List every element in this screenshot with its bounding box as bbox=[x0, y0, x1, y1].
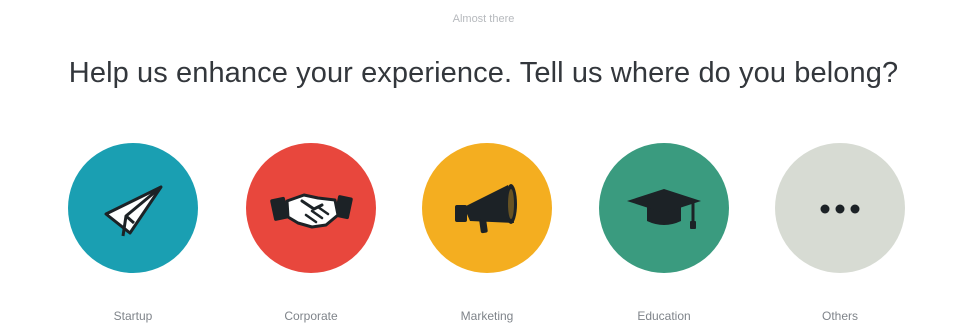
handshake-icon bbox=[270, 193, 353, 229]
option-label-startup: Startup bbox=[113, 309, 153, 323]
option-label-corporate: Corporate bbox=[284, 309, 338, 323]
corporate-circle[interactable] bbox=[246, 143, 376, 273]
option-label-marketing: Marketing bbox=[460, 309, 514, 323]
marketing-circle[interactable] bbox=[422, 143, 552, 273]
graduation-cap-icon bbox=[627, 189, 701, 229]
option-startup[interactable]: Startup bbox=[53, 143, 213, 329]
education-circle[interactable] bbox=[599, 143, 729, 273]
others-circle[interactable] bbox=[775, 143, 905, 273]
belong-options: Startup Corporate Marketing Education Ot… bbox=[0, 143, 967, 329]
option-label-education: Education bbox=[637, 309, 691, 323]
option-corporate[interactable]: Corporate bbox=[231, 143, 391, 329]
megaphone-icon bbox=[455, 184, 517, 234]
page-headline: Help us enhance your experience. Tell us… bbox=[68, 57, 899, 89]
option-marketing[interactable]: Marketing bbox=[407, 143, 567, 329]
option-label-others: Others bbox=[821, 309, 858, 323]
option-education[interactable]: Education bbox=[584, 143, 744, 329]
startup-circle[interactable] bbox=[68, 143, 198, 273]
option-others[interactable]: Others bbox=[760, 143, 920, 329]
step-label: Almost there bbox=[452, 13, 515, 25]
paper-plane-icon bbox=[104, 185, 163, 237]
ellipsis-icon bbox=[820, 204, 860, 214]
